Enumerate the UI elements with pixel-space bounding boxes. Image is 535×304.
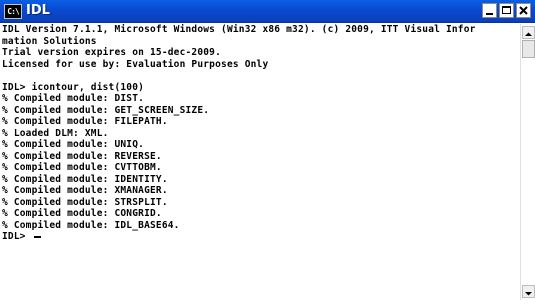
console-output[interactable]: IDL Version 7.1.1, Microsoft Windows (Wi… [2,24,519,300]
console-line: Trial version expires on 15-dec-2009. [2,47,222,58]
console-line: % Compiled module: IDL_BASE64. [2,219,180,231]
title-bar[interactable]: C:\ IDL [0,0,535,23]
console-line: % Compiled module: XMANAGER. [2,185,168,196]
minimize-button[interactable] [482,3,497,18]
console-line: % Loaded DLM: XML. [2,127,109,139]
console-line: % Compiled module: STRSPLIT. [2,196,168,208]
maximize-icon [502,6,511,14]
vertical-scrollbar[interactable] [520,24,535,300]
command-prompt: IDL> [2,231,32,242]
console-line: % Compiled module: DIST. [2,93,145,104]
scroll-up-arrow-icon [525,32,532,36]
scroll-down-arrow-icon [525,292,532,296]
maximize-button[interactable] [499,3,514,18]
scroll-up-button[interactable] [522,26,535,39]
minimize-icon [486,13,493,15]
text-cursor [33,235,41,238]
scroll-down-button[interactable] [522,285,535,298]
console-line: IDL> icontour, dist(100) [2,81,145,93]
window-title: IDL [26,3,50,18]
console-line: % Compiled module: REVERSE. [2,150,162,162]
console-line: % Compiled module: IDENTITY. [2,173,168,185]
close-icon [519,6,528,15]
console-line: % Compiled module: CONGRID. [2,208,162,219]
console-line: % Compiled module: FILEPATH. [2,116,168,127]
console-line: % Compiled module: CVTTOBM. [2,162,162,173]
close-button[interactable] [516,3,531,18]
console-line: Licensed for use by: Evaluation Purposes… [2,58,269,70]
scrollbar-thumb[interactable] [522,40,535,58]
console-line: IDL Version 7.1.1, Microsoft Windows (Wi… [2,24,476,35]
console-line: mation Solutions [2,35,97,47]
command-prompt-line[interactable]: IDL> [2,231,519,243]
console-app-icon: C:\ [4,4,22,19]
console-line: % Compiled module: GET_SCREEN_SIZE. [2,104,210,116]
console-line: % Compiled module: UNIQ. [2,139,145,150]
